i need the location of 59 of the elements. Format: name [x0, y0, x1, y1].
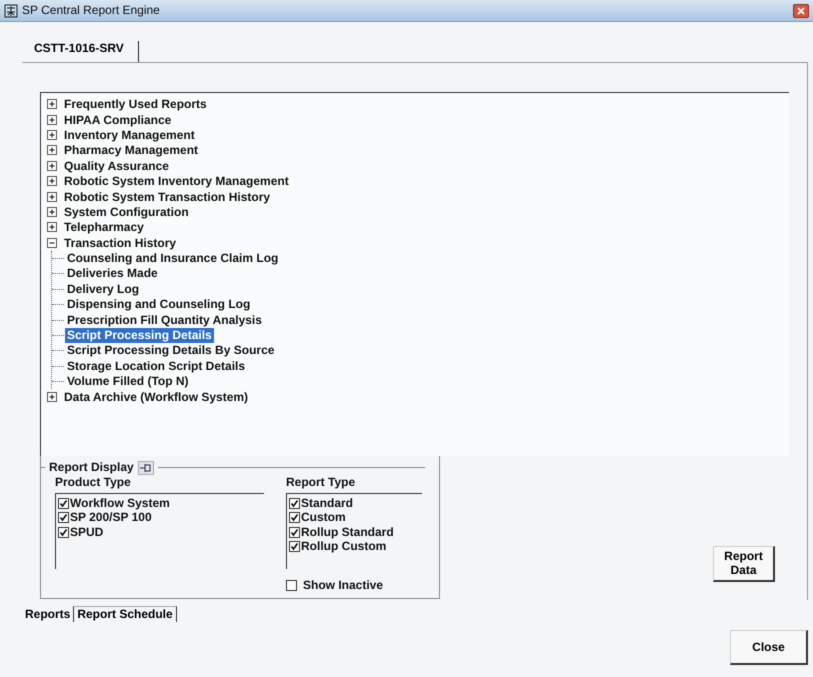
column-heading: Report Type — [286, 475, 356, 490]
checkbox[interactable] — [289, 526, 300, 538]
checkbox[interactable] — [289, 541, 300, 552]
tree-item[interactable]: Volume Filled (Top N) — [65, 374, 191, 390]
checkbox-label: Rollup Custom — [301, 539, 386, 554]
tree-item[interactable]: Dispensing and Counseling Log — [65, 297, 252, 312]
expand-icon[interactable] — [47, 130, 58, 141]
pin-icon[interactable] — [138, 460, 154, 474]
app-icon — [4, 4, 18, 18]
tree-item[interactable]: Deliveries Made — [65, 266, 160, 282]
server-tab[interactable]: CSTT-1016-SRV — [34, 41, 139, 62]
tree-item[interactable]: Counseling and Insurance Claim Log — [65, 251, 280, 266]
group-title: Report Display — [49, 460, 134, 475]
tree-item[interactable]: Inventory Management — [62, 128, 197, 143]
checkbox[interactable] — [58, 512, 69, 524]
checkbox[interactable] — [289, 512, 300, 524]
expand-icon[interactable] — [47, 160, 58, 172]
expand-icon[interactable] — [47, 206, 58, 218]
expand-icon[interactable] — [47, 176, 58, 188]
tab[interactable]: Report Schedule — [73, 606, 177, 622]
tree-item[interactable]: Transaction History — [62, 236, 178, 251]
expand-icon[interactable] — [47, 222, 58, 234]
column-heading: Product Type — [55, 475, 132, 490]
close-button[interactable]: Close — [730, 630, 808, 665]
tree-item[interactable]: Delivery Log — [65, 282, 142, 297]
expand-icon[interactable] — [47, 392, 58, 403]
tree-item[interactable]: System Configuration — [62, 204, 191, 220]
tab[interactable]: Reports — [22, 607, 74, 622]
expand-icon[interactable] — [47, 99, 58, 110]
checkbox[interactable] — [286, 580, 297, 591]
expand-icon[interactable] — [47, 145, 58, 156]
checkbox-label: Rollup Standard — [301, 524, 394, 540]
tree-item[interactable]: Pharmacy Management — [62, 143, 200, 158]
tree-item[interactable]: Telepharmacy — [62, 220, 146, 236]
tree-item[interactable]: Prescription Fill Quantity Analysis — [65, 312, 264, 328]
tree-item[interactable]: Quality Assurance — [62, 158, 171, 174]
tree-item[interactable]: Robotic System Inventory Management — [62, 174, 291, 190]
tree-item[interactable]: Storage Location Script Details — [65, 358, 248, 374]
tree-item[interactable]: Data Archive (Workflow System) — [62, 390, 250, 405]
checkbox-label: SP 200/SP 100 — [70, 510, 152, 526]
close-icon[interactable] — [793, 4, 809, 18]
checkbox-label: Standard — [301, 496, 354, 511]
expand-icon[interactable] — [47, 114, 58, 126]
checkbox-label: Custom — [301, 510, 346, 526]
window-title: SP Central Report Engine — [22, 3, 160, 18]
checkbox-label: SPUD — [70, 524, 104, 540]
expand-icon[interactable] — [47, 192, 58, 203]
checkbox[interactable] — [58, 498, 69, 509]
tree-item[interactable]: Robotic System Transaction History — [62, 190, 272, 205]
checkbox[interactable] — [58, 526, 69, 538]
tree-item[interactable]: Script Processing Details — [65, 328, 214, 344]
checkbox-label: Workflow System — [70, 496, 170, 511]
tree-item[interactable]: Script Processing Details By Source — [65, 343, 276, 358]
report-data-button[interactable]: Report Data — [713, 546, 775, 582]
checkbox[interactable] — [289, 498, 300, 509]
collapse-icon[interactable] — [47, 238, 58, 249]
checkbox-label: Show Inactive — [303, 578, 384, 593]
tree-item[interactable]: Frequently Used Reports — [62, 97, 209, 112]
tree-item[interactable]: HIPAA Compliance — [62, 112, 174, 128]
